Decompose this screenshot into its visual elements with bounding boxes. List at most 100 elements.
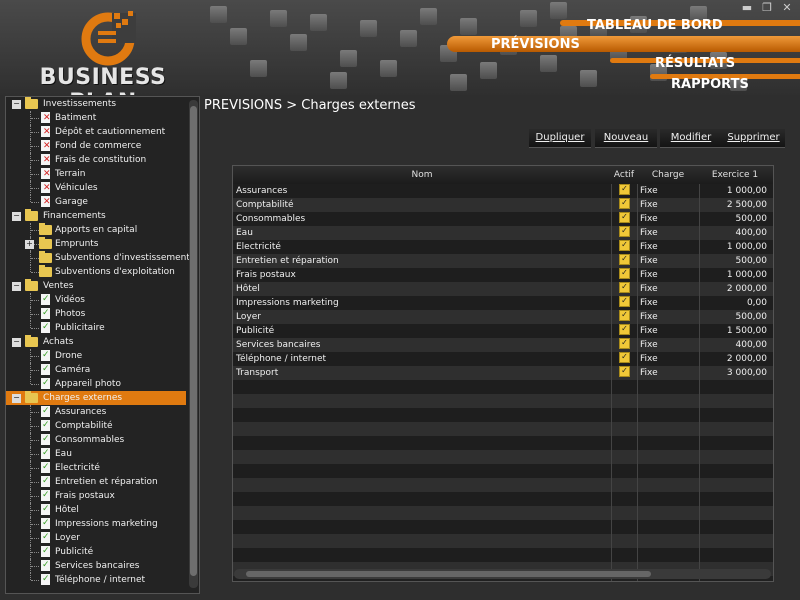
tree-item-label: Publicitaire [55, 323, 105, 333]
tree-item[interactable]: ✓ Appareil photo [6, 377, 186, 391]
tree-item[interactable]: ✕ Batiment [6, 111, 186, 125]
table-row[interactable]: Frais postaux ✓ Fixe 1 000,00 [233, 268, 773, 282]
table-row[interactable]: Téléphone / internet ✓ Fixe 2 000,00 [233, 352, 773, 366]
close-icon[interactable]: ✕ [780, 1, 794, 15]
table-row[interactable]: Publicité ✓ Fixe 1 500,00 [233, 324, 773, 338]
col-actif[interactable]: Actif [611, 166, 637, 184]
nav-resultats[interactable]: RÉSULTATS [655, 56, 735, 71]
actif-checkbox[interactable]: ✓ [619, 184, 630, 195]
tree-item[interactable]: Subventions d'exploitation [6, 265, 186, 279]
actif-checkbox[interactable]: ✓ [619, 254, 630, 265]
table-row[interactable]: Services bancaires ✓ Fixe 400,00 [233, 338, 773, 352]
table-row[interactable]: Eau ✓ Fixe 400,00 [233, 226, 773, 240]
supprimer-button[interactable]: Supprimer [722, 129, 785, 148]
sidebar-scroll-thumb[interactable] [190, 106, 197, 576]
actif-checkbox[interactable]: ✓ [619, 352, 630, 363]
tree-item[interactable]: ✓ Electricité [6, 461, 186, 475]
tree-group[interactable]: − Investissements [6, 97, 186, 111]
tree-item[interactable]: ✓ Consommables [6, 433, 186, 447]
tree-group[interactable]: − Charges externes [6, 391, 186, 405]
table-row[interactable]: Impressions marketing ✓ Fixe 0,00 [233, 296, 773, 310]
tree-line [31, 496, 39, 497]
header-pattern-tile [460, 18, 477, 35]
tree-item[interactable]: ✓ Drone [6, 349, 186, 363]
tree-item[interactable]: ✕ Garage [6, 195, 186, 209]
actif-checkbox[interactable]: ✓ [619, 282, 630, 293]
sidebar-scrollbar[interactable] [189, 100, 198, 588]
actif-checkbox[interactable]: ✓ [619, 212, 630, 223]
nav-previsions[interactable]: PRÉVISIONS [491, 37, 580, 52]
tree-item[interactable]: ✓ Publicitaire [6, 321, 186, 335]
tree-item[interactable]: Subventions d'investissement [6, 251, 190, 265]
modifier-button[interactable]: Modifier [660, 129, 722, 148]
tree-item[interactable]: ✓ Assurances [6, 405, 186, 419]
collapse-icon[interactable]: − [12, 394, 21, 403]
tree-group[interactable]: − Achats [6, 335, 186, 349]
table-row[interactable]: Hôtel ✓ Fixe 2 000,00 [233, 282, 773, 296]
tree-line [31, 426, 39, 427]
tree-item[interactable]: ✓ Entretien et réparation [6, 475, 186, 489]
table-row[interactable]: Assurances ✓ Fixe 1 000,00 [233, 184, 773, 198]
empty-row [233, 422, 773, 436]
collapse-icon[interactable]: − [12, 212, 21, 221]
cell-exercice: 0,00 [746, 298, 767, 308]
nouveau-button[interactable]: Nouveau [595, 129, 657, 148]
actif-checkbox[interactable]: ✓ [619, 366, 630, 377]
col-nom[interactable]: Nom [233, 166, 611, 184]
document-check-icon: ✓ [41, 406, 50, 417]
table-hscrollbar[interactable] [234, 569, 771, 579]
tree-item[interactable]: ✓ Eau [6, 447, 186, 461]
tree-group[interactable]: − Ventes [6, 279, 186, 293]
tree-line [31, 412, 39, 413]
cell-exercice: 1 000,00 [726, 242, 767, 252]
tree-item[interactable]: ✓ Photos [6, 307, 186, 321]
cell-exercice: 2 000,00 [726, 284, 767, 294]
table-row[interactable]: Electricité ✓ Fixe 1 000,00 [233, 240, 773, 254]
tree-item[interactable]: ✓ Caméra [6, 363, 186, 377]
tree-item[interactable]: ✕ Terrain [6, 167, 186, 181]
tree-item[interactable]: ✓ Vidéos [6, 293, 186, 307]
tree-item[interactable]: ✓ Impressions marketing [6, 517, 186, 531]
actif-checkbox[interactable]: ✓ [619, 338, 630, 349]
actif-checkbox[interactable]: ✓ [619, 268, 630, 279]
tree-line [31, 230, 39, 231]
minimize-icon[interactable]: ▬ [740, 1, 754, 15]
actif-checkbox[interactable]: ✓ [619, 310, 630, 321]
actif-checkbox[interactable]: ✓ [619, 240, 630, 251]
tree-item[interactable]: ✕ Frais de constitution [6, 153, 186, 167]
table-row[interactable]: Entretien et réparation ✓ Fixe 500,00 [233, 254, 773, 268]
tree-item[interactable]: Apports en capital [6, 223, 186, 237]
tree-item[interactable]: ✓ Comptabilité [6, 419, 186, 433]
tree-group[interactable]: − Financements [6, 209, 186, 223]
table-row[interactable]: Transport ✓ Fixe 3 000,00 [233, 366, 773, 380]
collapse-icon[interactable]: − [12, 338, 21, 347]
collapse-icon[interactable]: − [12, 282, 21, 291]
nav-rapports[interactable]: RAPPORTS [671, 77, 749, 92]
tree-item[interactable]: ✓ Publicité [6, 545, 186, 559]
tree-item[interactable]: ✕ Dépôt et cautionnement [6, 125, 186, 139]
actif-checkbox[interactable]: ✓ [619, 226, 630, 237]
tree-item[interactable]: ✓ Téléphone / internet [6, 573, 186, 587]
tree-item[interactable]: ✓ Services bancaires [6, 559, 186, 573]
expand-icon[interactable]: + [25, 240, 34, 249]
table-row[interactable]: Comptabilité ✓ Fixe 2 500,00 [233, 198, 773, 212]
tree-line [31, 580, 39, 581]
actif-checkbox[interactable]: ✓ [619, 296, 630, 307]
nav-tableau-de-bord[interactable]: TABLEAU DE BORD [587, 18, 723, 33]
table-row[interactable]: Consommables ✓ Fixe 500,00 [233, 212, 773, 226]
collapse-icon[interactable]: − [12, 100, 21, 109]
tree-item[interactable]: ✓ Loyer [6, 531, 186, 545]
table-row[interactable]: Loyer ✓ Fixe 500,00 [233, 310, 773, 324]
col-charge[interactable]: Charge [637, 166, 699, 184]
tree-item[interactable]: ✓ Hôtel [6, 503, 186, 517]
table-hscroll-thumb[interactable] [246, 571, 651, 577]
actif-checkbox[interactable]: ✓ [619, 198, 630, 209]
tree-item[interactable]: ✕ Fond de commerce [6, 139, 186, 153]
tree-item[interactable]: ✕ Véhicules [6, 181, 186, 195]
tree-item[interactable]: + Emprunts [6, 237, 186, 251]
col-exercice[interactable]: Exercice 1 [699, 166, 771, 184]
restore-icon[interactable]: ❐ [760, 1, 774, 15]
actif-checkbox[interactable]: ✓ [619, 324, 630, 335]
dupliquer-button[interactable]: Dupliquer [529, 129, 591, 148]
tree-item[interactable]: ✓ Frais postaux [6, 489, 186, 503]
